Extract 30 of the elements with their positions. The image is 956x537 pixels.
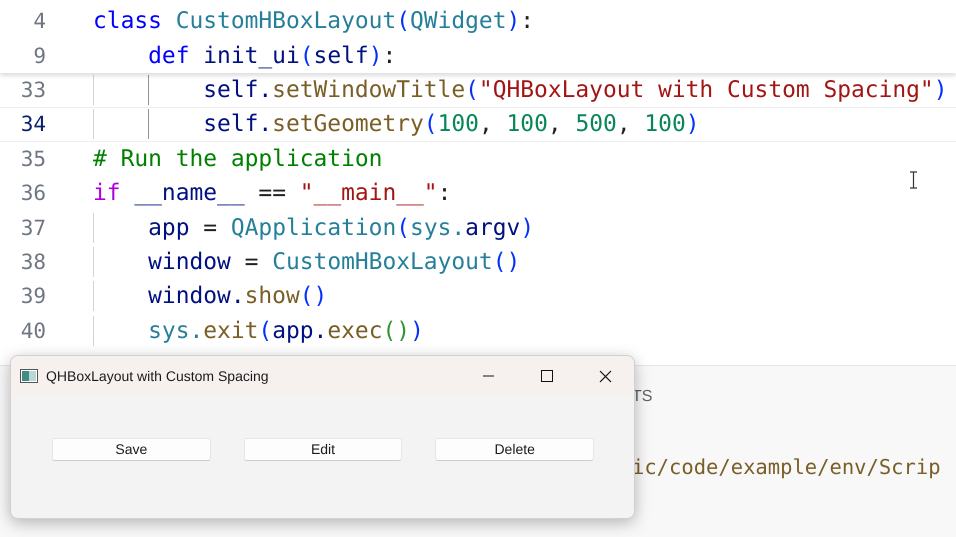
panel-tab[interactable]: TS [632, 388, 652, 406]
maximize-icon [541, 370, 553, 382]
push-button[interactable]: Delete [435, 438, 594, 460]
line-number: 34 [20, 112, 46, 136]
line-number: 4 [32, 9, 46, 34]
window-title: QHBoxLayout with Custom Spacing [46, 368, 270, 384]
window-icon [20, 369, 38, 383]
text-cursor-icon [909, 171, 918, 189]
line-number: 33 [20, 78, 46, 102]
push-button[interactable]: Edit [244, 438, 402, 460]
code-line: self.setGeometry(100, 100, 500, 100) [93, 111, 700, 138]
code-line: self.setWindowTitle("QHBoxLayout with Custom Spacing") [93, 76, 948, 103]
line-number: 39 [20, 284, 46, 308]
code-line: window = CustomHBoxLayout() [93, 248, 520, 275]
code-line: window.show() [93, 283, 328, 310]
line-number: 38 [20, 250, 46, 274]
code-line: sys.exit(app.exec()) [93, 318, 424, 344]
line-number: 37 [20, 216, 46, 240]
line-number: 9 [32, 44, 46, 68]
code-line: def init_ui(self): [147, 42, 396, 69]
terminal-text: ic/code/example/env/Scrip [632, 455, 941, 479]
code-line: class CustomHBoxLayout(QWidget): [93, 8, 534, 34]
code-line: # Run the application [93, 146, 382, 172]
line-number: 40 [20, 318, 46, 343]
line-number: 35 [20, 146, 46, 171]
line-number: 36 [20, 181, 46, 206]
push-button[interactable]: Save [52, 438, 211, 460]
close-icon [598, 370, 612, 382]
code-line: app = QApplication(sys.argv) [93, 214, 534, 241]
code-line: if __name__ == "__main__": [93, 180, 452, 206]
